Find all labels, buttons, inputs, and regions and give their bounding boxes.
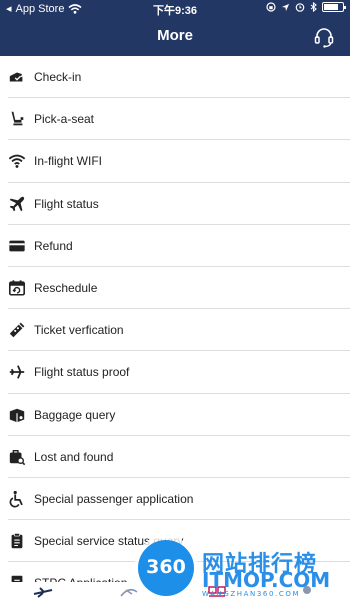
status-right — [266, 2, 346, 12]
menu-item-label: Ticket verfication — [34, 323, 124, 338]
wifi-icon — [8, 155, 26, 169]
location-icon — [281, 3, 290, 11]
menu-item-in-flight-wifi[interactable]: In-flight WIFI — [0, 140, 350, 183]
seat-icon — [11, 112, 24, 126]
flight-proof-icon — [9, 365, 25, 380]
menu-item-label: Pick-a-seat — [34, 112, 95, 127]
menu-item-ticket-verification[interactable]: Ticket verfication — [0, 309, 350, 352]
menu-item-label: Flight status — [34, 196, 99, 211]
bluetooth-icon — [310, 2, 317, 12]
checkin-icon — [9, 70, 25, 82]
headset-icon[interactable] — [312, 25, 336, 49]
calendar-icon — [8, 280, 26, 296]
alarm-icon — [295, 3, 305, 12]
clipboard-icon — [11, 533, 23, 549]
tab-flights-icon[interactable] — [32, 584, 54, 600]
accessibility-icon — [9, 490, 23, 508]
menu-item-reschedule[interactable]: Reschedule — [0, 267, 350, 310]
menu-item-label: Special service status query — [34, 534, 184, 549]
menu-item-special-service-status-query[interactable]: Special service status query — [0, 520, 350, 563]
menu-item-label: Refund — [34, 238, 73, 253]
menu-item-label: Lost and found — [34, 449, 114, 464]
menu-item-flight-status[interactable]: Flight status — [0, 183, 350, 225]
more-menu-list: Check-in Pick-a-seat In-flight WIFI Flig… — [0, 56, 350, 600]
page-title: More — [157, 27, 193, 44]
card-icon — [9, 240, 25, 252]
tab-more-icon[interactable] — [206, 584, 228, 600]
menu-item-label: Special passenger application — [34, 491, 194, 506]
tab-profile-icon[interactable] — [296, 584, 318, 600]
menu-item-lost-and-found[interactable]: Lost and found — [0, 436, 350, 479]
menu-item-label: Reschedule — [34, 281, 98, 296]
baggage-icon — [9, 408, 25, 422]
top-bar: ◂ App Store 下午9:36 More — [0, 0, 350, 56]
airplane-icon — [9, 196, 25, 211]
bottom-tab-bar — [0, 582, 350, 600]
menu-item-flight-status-proof[interactable]: Flight status proof — [0, 351, 350, 394]
menu-item-special-passenger-application[interactable]: Special passenger application — [0, 478, 350, 521]
menu-item-refund[interactable]: Refund — [0, 225, 350, 268]
ticket-icon — [9, 322, 25, 338]
battery-icon — [322, 2, 346, 12]
menu-item-label: Check-in — [34, 70, 82, 85]
tab-trips-icon[interactable] — [118, 584, 140, 600]
menu-item-baggage-query[interactable]: Baggage query — [0, 394, 350, 436]
rotation-lock-icon — [266, 2, 276, 12]
menu-item-label: In-flight WIFI — [34, 154, 103, 169]
menu-item-label: Baggage query — [34, 407, 116, 422]
menu-item-pick-a-seat[interactable]: Pick-a-seat — [0, 98, 350, 141]
nav-bar: More — [0, 18, 350, 56]
menu-item-label: Flight status proof — [34, 365, 130, 380]
menu-item-check-in[interactable]: Check-in — [0, 56, 350, 99]
status-bar: ◂ App Store 下午9:36 — [0, 0, 350, 18]
lost-found-icon — [9, 449, 26, 466]
